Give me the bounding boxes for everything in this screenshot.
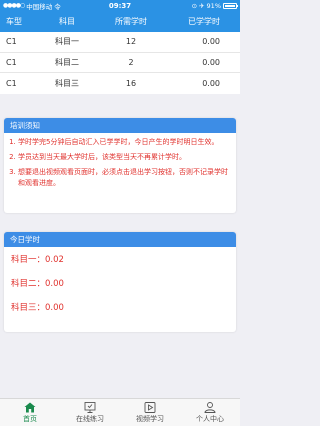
today-entry-subject1: 科目一：0.02	[11, 255, 64, 265]
header-required-hours: 所需学时	[115, 17, 147, 26]
tab-home-label: 首页	[23, 415, 37, 423]
notice-item: 学员达到当天最大学时后，该类型当天不再累计学时。	[18, 152, 228, 163]
table-row: C1 科目二 2 0.00	[0, 53, 240, 74]
today-hours-card: 今日学时 科目一：0.02 科目二：0.00 科目三：0.00	[4, 232, 236, 332]
today-entry-subject3: 科目三：0.00	[11, 303, 64, 313]
cell-required: 12	[125, 37, 137, 47]
header-subject: 科目	[59, 17, 75, 26]
cell-subject: 科目二	[55, 58, 79, 68]
status-time: 09:37	[108, 1, 132, 10]
cell-done: 0.00	[202, 79, 220, 89]
user-icon	[204, 402, 216, 413]
battery-percent: 91%	[206, 1, 221, 10]
header-completed-hours: 已学学时	[188, 17, 220, 26]
tab-video-learning[interactable]: 视频学习	[120, 399, 180, 426]
wifi-icon: 令	[54, 2, 61, 11]
notice-title: 培训须知	[4, 118, 236, 133]
notice-list: 学时学完5分钟后自动汇入已学学时，今日产生的学时明日生效。 学员达到当天最大学时…	[4, 133, 236, 189]
practice-icon	[84, 402, 96, 413]
status-right: ⊙ ✈ 91%	[191, 1, 238, 10]
status-bar: ●●●●○ 中国移动 令 09:37 ⊙ ✈ 91%	[0, 0, 240, 11]
cell-done: 0.00	[202, 58, 220, 68]
cell-car-type: C1	[6, 58, 17, 68]
signal-icon: ●●●●○	[3, 2, 25, 9]
alarm-icon: ✈	[199, 1, 205, 10]
tab-home[interactable]: 首页	[0, 399, 60, 426]
training-notice-card: 培训须知 学时学完5分钟后自动汇入已学学时，今日产生的学时明日生效。 学员达到当…	[4, 118, 236, 213]
tab-profile-label: 个人中心	[196, 415, 224, 423]
table-row: C1 科目一 12 0.00	[0, 32, 240, 53]
cell-required: 2	[128, 58, 134, 68]
bottom-tab-bar: 首页 在线练习 视频学习 个人中心	[0, 398, 240, 426]
cell-required: 16	[125, 79, 137, 89]
battery-icon	[223, 2, 238, 9]
tab-online-practice[interactable]: 在线练习	[60, 399, 120, 426]
cell-subject: 科目一	[55, 37, 79, 47]
cell-subject: 科目三	[55, 79, 79, 89]
notice-item: 想要退出视频观看页面时，必须点击退出学习按钮，否则不记录学时和观看进度。	[18, 167, 228, 189]
carrier-label: 中国移动	[26, 2, 53, 11]
tab-video-label: 视频学习	[136, 415, 164, 423]
cell-car-type: C1	[6, 79, 17, 89]
video-icon	[144, 402, 156, 413]
table-row: C1 科目三 16 0.00	[0, 73, 240, 94]
cell-done: 0.00	[202, 37, 220, 47]
today-entry-subject2: 科目二：0.00	[11, 279, 64, 289]
notice-item: 学时学完5分钟后自动汇入已学学时，今日产生的学时明日生效。	[18, 137, 228, 148]
status-left: ●●●●○ 中国移动 令	[3, 1, 61, 11]
tab-profile[interactable]: 个人中心	[180, 399, 240, 426]
cell-car-type: C1	[6, 37, 17, 47]
hours-table-body: C1 科目一 12 0.00 C1 科目二 2 0.00 C1 科目三 16 0…	[0, 32, 240, 95]
tab-practice-label: 在线练习	[76, 415, 104, 423]
hours-table-header: 车型 科目 所需学时 已学学时	[0, 11, 240, 32]
header-car-type: 车型	[6, 17, 22, 26]
home-icon	[24, 402, 36, 413]
lock-icon: ⊙	[191, 1, 198, 10]
today-title: 今日学时	[4, 232, 236, 247]
